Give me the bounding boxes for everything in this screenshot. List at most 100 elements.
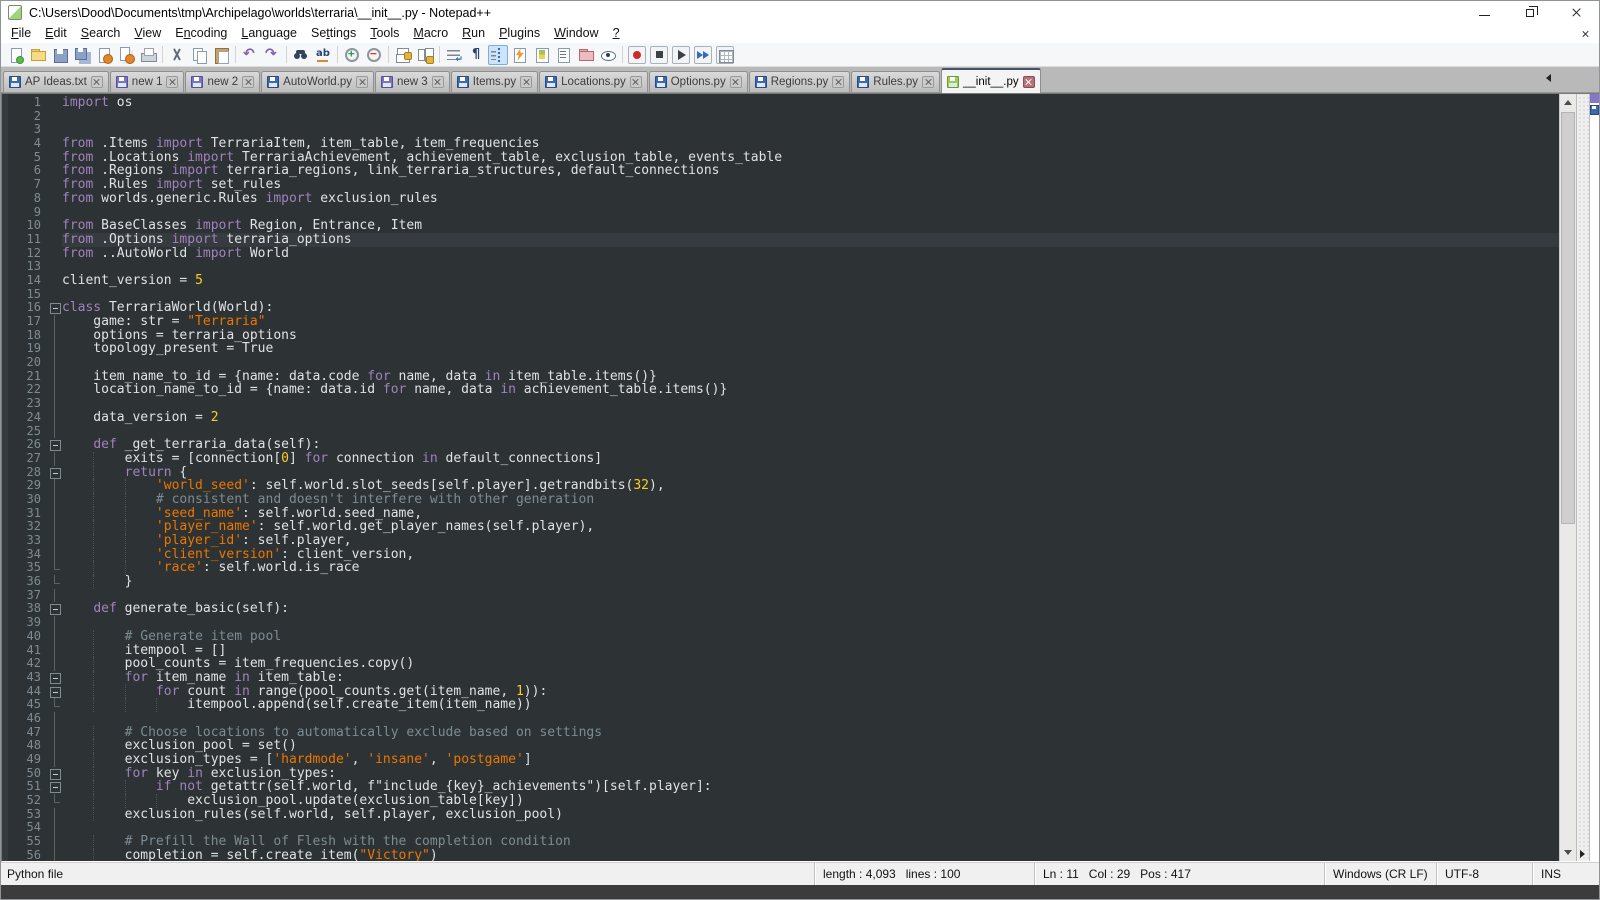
monitoring-icon[interactable]	[598, 45, 618, 65]
menu-item-search[interactable]: Search	[74, 25, 128, 42]
find-icon[interactable]	[291, 45, 311, 65]
tab-autoworld-py[interactable]: AutoWorld.py	[261, 71, 374, 92]
menu-item-macro[interactable]: Macro	[406, 25, 455, 42]
folder-workspace-icon[interactable]	[576, 45, 596, 65]
paste-icon[interactable]	[211, 45, 231, 65]
fold-margin	[48, 137, 62, 151]
copy-icon[interactable]	[189, 45, 209, 65]
fold-marker-icon[interactable]	[48, 466, 62, 480]
tab-close-icon[interactable]	[730, 76, 742, 88]
scrollbar-thumb[interactable]	[1561, 112, 1575, 524]
stop-icon[interactable]	[650, 46, 668, 64]
close-doc-icon[interactable]	[94, 45, 114, 65]
print-icon[interactable]	[138, 45, 158, 65]
open-folder-icon[interactable]	[28, 45, 48, 65]
tab-close-icon[interactable]	[166, 76, 178, 88]
tab-new-2[interactable]: new 2	[185, 71, 260, 92]
tab-close-icon[interactable]	[520, 76, 532, 88]
save-icon[interactable]	[50, 45, 70, 65]
menu-item-settings[interactable]: Settings	[304, 25, 363, 42]
close-button[interactable]	[1553, 1, 1599, 24]
indent-guide-line	[125, 685, 126, 699]
fold-marker-icon[interactable]	[48, 767, 62, 781]
vertical-scrollbar[interactable]	[1559, 94, 1576, 861]
menu-item-tools[interactable]: Tools	[363, 25, 406, 42]
restore-button[interactable]	[1507, 1, 1553, 24]
close-all-icon[interactable]	[116, 45, 136, 65]
indent-guide-line	[93, 534, 94, 548]
tab-label: new 3	[397, 76, 428, 88]
fold-margin	[48, 356, 62, 370]
sync-h-icon[interactable]	[415, 45, 435, 65]
menu-item-encoding[interactable]: Encoding	[168, 25, 234, 42]
menu-item-file[interactable]: File	[4, 25, 38, 42]
menu-item-view[interactable]: View	[127, 25, 168, 42]
tab-regions-py[interactable]: Regions.py	[749, 71, 851, 92]
doc-list-icon[interactable]	[554, 45, 574, 65]
scroll-up-icon[interactable]	[1560, 94, 1576, 111]
tab-new-3[interactable]: new 3	[375, 71, 450, 92]
fold-marker-icon[interactable]	[48, 685, 62, 699]
fold-margin	[48, 520, 62, 534]
run-multi-icon[interactable]	[694, 46, 712, 64]
tab-items-py[interactable]: Items.py	[451, 71, 538, 92]
save-macro-icon[interactable]	[716, 46, 734, 64]
indent-guide-line	[93, 561, 94, 575]
tab-rules-py[interactable]: Rules.py	[851, 71, 940, 92]
code-text	[62, 616, 1559, 630]
zoom-in-icon[interactable]	[342, 45, 362, 65]
fold-marker-icon[interactable]	[48, 438, 62, 452]
sync-v-icon[interactable]	[393, 45, 413, 65]
tab-close-icon[interactable]	[356, 76, 368, 88]
doc-map-icon[interactable]	[532, 45, 552, 65]
fold-marker-icon[interactable]	[48, 780, 62, 794]
fold-margin	[48, 726, 62, 740]
splitter-arrow-icon[interactable]	[1580, 850, 1585, 858]
menu-close-document-button[interactable]	[1581, 30, 1589, 38]
play-icon[interactable]	[672, 46, 690, 64]
menu-item-edit[interactable]: Edit	[38, 25, 74, 42]
fold-marker-icon[interactable]	[48, 602, 62, 616]
new-file-icon[interactable]	[6, 45, 26, 65]
menu-item-window[interactable]: Window	[547, 25, 605, 42]
tab-close-icon[interactable]	[630, 76, 642, 88]
minimize-button[interactable]	[1461, 1, 1507, 24]
tab-close-icon[interactable]	[432, 76, 444, 88]
menu-item-plugins[interactable]: Plugins	[492, 25, 547, 42]
fold-marker-icon[interactable]	[48, 301, 62, 315]
save-all-icon[interactable]	[72, 45, 92, 65]
tab-init-py[interactable]: __init__.py	[941, 68, 1041, 93]
redo-icon[interactable]	[262, 45, 282, 65]
tab-ap-ideas-txt[interactable]: AP Ideas.txt	[3, 71, 109, 92]
code-editor[interactable]: 1import os234from .Items import Terraria…	[2, 94, 1559, 861]
docked-panel-edge[interactable]	[1589, 94, 1599, 861]
cut-icon[interactable]	[167, 45, 187, 65]
line-number: 51	[8, 780, 48, 794]
show-all-chars-icon[interactable]	[466, 45, 486, 65]
menu-item-item[interactable]: ?	[606, 25, 627, 42]
tab-close-icon[interactable]	[1023, 76, 1035, 88]
fold-marker-icon[interactable]	[48, 671, 62, 685]
undo-icon[interactable]	[240, 45, 260, 65]
word-wrap-icon[interactable]	[444, 45, 464, 65]
menu-item-language[interactable]: Language	[234, 25, 304, 42]
menu-bar: FileEditSearchViewEncodingLanguageSettin…	[1, 24, 1599, 43]
tab-close-icon[interactable]	[832, 76, 844, 88]
status-segment-ln: Ln : 11 Col : 29 Pos : 417	[1034, 863, 1324, 885]
tab-scroll-left-icon[interactable]	[1546, 74, 1551, 82]
menu-item-run[interactable]: Run	[455, 25, 492, 42]
tab-close-icon[interactable]	[242, 76, 254, 88]
tab-options-py[interactable]: Options.py	[649, 71, 748, 92]
indent-guide-icon[interactable]	[488, 45, 508, 65]
tab-close-icon[interactable]	[91, 76, 103, 88]
panel-splitter-grip[interactable]	[1576, 94, 1589, 861]
zoom-out-icon[interactable]	[364, 45, 384, 65]
function-list-icon[interactable]	[510, 45, 530, 65]
replace-icon[interactable]	[313, 45, 333, 65]
tab-locations-py[interactable]: Locations.py	[539, 71, 648, 92]
tab-close-icon[interactable]	[922, 76, 934, 88]
tab-new-1[interactable]: new 1	[110, 71, 185, 92]
record-icon[interactable]	[628, 46, 646, 64]
fold-margin	[48, 342, 62, 356]
scroll-down-icon[interactable]	[1560, 844, 1576, 861]
